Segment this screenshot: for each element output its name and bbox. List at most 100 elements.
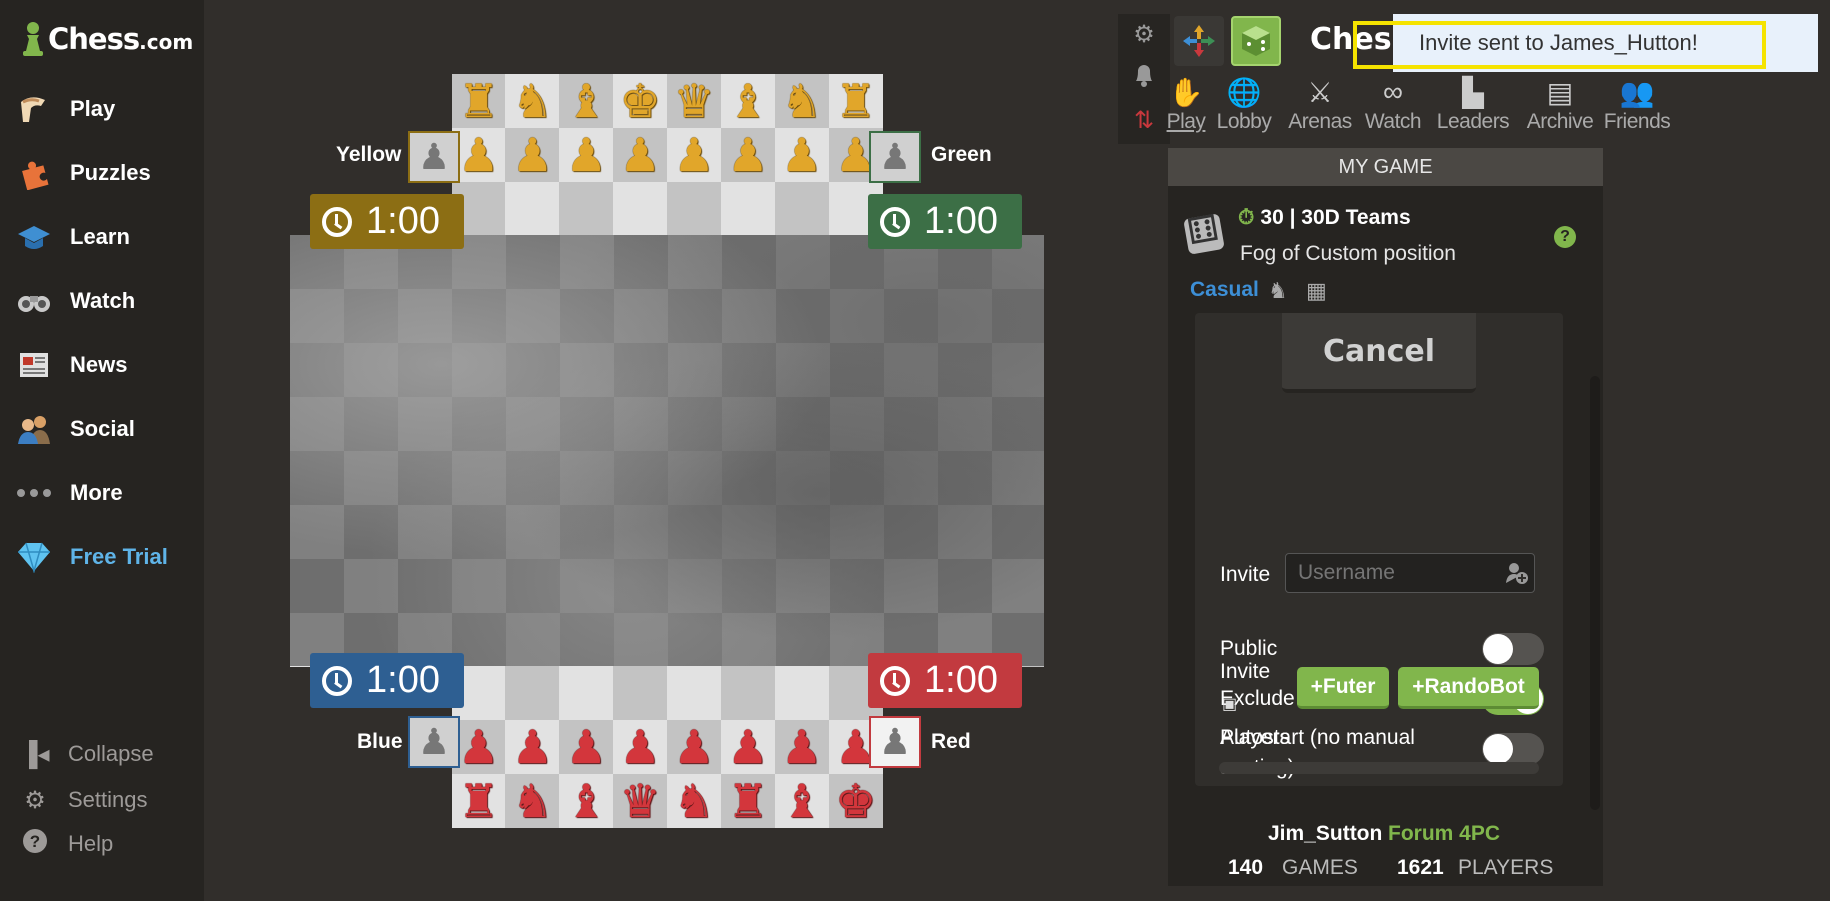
variants-dice-button[interactable] (1231, 16, 1281, 66)
yellow-piece[interactable]: ♝ (566, 74, 607, 128)
board-square[interactable]: ♝ (559, 74, 614, 128)
board-square[interactable] (774, 666, 829, 721)
red-piece[interactable]: ♟ (458, 720, 499, 774)
chess-com-logo[interactable]: Chess.com (20, 14, 193, 64)
add-randobot-button[interactable]: +RandoBot (1398, 667, 1539, 709)
red-piece[interactable]: ♟ (781, 720, 822, 774)
nav-play[interactable]: Play (14, 89, 115, 129)
red-piece[interactable]: ♝ (781, 774, 822, 828)
yellow-piece[interactable]: ♞ (781, 74, 822, 128)
board-square[interactable]: ♝ (559, 774, 614, 829)
public-toggle[interactable] (1482, 633, 1544, 665)
gear-icon[interactable]: ⚙ (1130, 20, 1158, 48)
yellow-piece[interactable]: ♜ (835, 74, 876, 128)
settings-link[interactable]: ⚙ Settings (18, 783, 147, 817)
yellow-piece[interactable]: ♛ (673, 74, 714, 128)
yellow-piece[interactable]: ♟ (566, 128, 607, 182)
flip-board-icon[interactable]: ⇅ (1130, 106, 1158, 134)
board-square[interactable]: ♜ (451, 774, 506, 829)
red-piece[interactable]: ♛ (620, 774, 661, 828)
yellow-piece[interactable]: ♟ (458, 128, 499, 182)
tab-friends[interactable]: 👥 Friends (1604, 76, 1671, 142)
red-piece[interactable]: ♟ (620, 720, 661, 774)
red-piece[interactable]: ♝ (566, 774, 607, 828)
board-square[interactable]: ♟ (505, 720, 560, 775)
red-piece[interactable]: ♞ (512, 774, 553, 828)
board-square[interactable]: ♜ (828, 74, 883, 128)
nav-free-trial[interactable]: Free Trial (14, 537, 168, 577)
yellow-piece[interactable]: ♟ (727, 128, 768, 182)
board-square[interactable]: ♝ (720, 74, 775, 128)
username-input[interactable] (1285, 553, 1535, 593)
board-square[interactable] (613, 666, 668, 721)
board-square[interactable]: ♟ (559, 127, 614, 182)
tab-watch[interactable]: ∞ Watch (1363, 76, 1423, 142)
nav-puzzles[interactable]: Puzzles (14, 153, 151, 193)
board-square[interactable]: ♞ (774, 74, 829, 128)
nav-more[interactable]: More (14, 473, 123, 513)
tab-leaders[interactable]: ▙ Leaders (1429, 76, 1517, 142)
arena-variant-button[interactable] (1174, 16, 1224, 66)
board-square[interactable]: ♞ (505, 774, 560, 829)
collapse-button[interactable]: ▐◂ Collapse (18, 737, 153, 771)
board-square[interactable]: ♟ (505, 127, 560, 182)
board-square[interactable] (613, 181, 668, 236)
board-square[interactable]: ♟ (559, 720, 614, 775)
red-piece[interactable]: ♟ (727, 720, 768, 774)
red-piece[interactable]: ♚ (835, 774, 876, 828)
autostart-toggle[interactable] (1482, 733, 1544, 765)
board-square[interactable] (505, 181, 560, 236)
board-square[interactable]: ♚ (613, 74, 668, 128)
scrollbar[interactable] (1590, 376, 1600, 810)
yellow-piece[interactable]: ♝ (727, 74, 768, 128)
board-square[interactable]: ♝ (774, 774, 829, 829)
nav-learn[interactable]: Learn (14, 217, 130, 257)
cancel-button[interactable]: Cancel (1282, 313, 1476, 393)
red-piece[interactable]: ♜ (458, 774, 499, 828)
nav-watch[interactable]: Watch (14, 281, 135, 321)
board-square[interactable]: ♜ (451, 74, 506, 128)
nav-news[interactable]: News (14, 345, 127, 385)
board-square[interactable] (774, 181, 829, 236)
board-square[interactable]: ♟ (613, 127, 668, 182)
board-square[interactable]: ♟ (720, 720, 775, 775)
board-square[interactable]: ♛ (613, 774, 668, 829)
yellow-piece[interactable]: ♟ (512, 128, 553, 182)
tab-arenas[interactable]: ⚔ Arenas (1283, 76, 1357, 142)
red-piece[interactable]: ♟ (512, 720, 553, 774)
board-square[interactable] (505, 666, 560, 721)
board-square[interactable]: ♟ (613, 720, 668, 775)
board-square[interactable]: ♞ (667, 774, 722, 829)
tab-lobby[interactable]: 🌐 Lobby (1212, 76, 1276, 142)
red-piece[interactable]: ♟ (566, 720, 607, 774)
board-square[interactable] (667, 666, 722, 721)
board-square[interactable] (559, 666, 614, 721)
red-piece[interactable]: ♜ (727, 774, 768, 828)
board-square[interactable]: ♜ (720, 774, 775, 829)
board-square[interactable]: ♞ (505, 74, 560, 128)
tab-archive[interactable]: ▤ Archive (1521, 76, 1599, 142)
help-icon[interactable]: ? (1554, 226, 1576, 248)
board-square[interactable]: ♟ (667, 127, 722, 182)
yellow-piece[interactable]: ♜ (458, 74, 499, 128)
yellow-piece[interactable]: ♞ (512, 74, 553, 128)
bell-icon[interactable] (1130, 62, 1158, 90)
board-square[interactable]: ♛ (667, 74, 722, 128)
board-square[interactable]: ♟ (720, 127, 775, 182)
board-square[interactable] (720, 666, 775, 721)
red-piece[interactable]: ♞ (673, 774, 714, 828)
yellow-piece[interactable]: ♟ (673, 128, 714, 182)
yellow-piece[interactable]: ♚ (620, 74, 661, 128)
red-piece[interactable]: ♟ (673, 720, 714, 774)
board-square[interactable]: ♟ (774, 720, 829, 775)
tab-play[interactable]: ✋ Play (1166, 76, 1206, 142)
help-link[interactable]: ? Help (18, 827, 113, 861)
nav-social[interactable]: Social (14, 409, 135, 449)
forum-link[interactable]: Forum 4PC (1388, 822, 1500, 846)
yellow-piece[interactable]: ♟ (620, 128, 661, 182)
yellow-piece[interactable]: ♟ (781, 128, 822, 182)
board-square[interactable] (559, 181, 614, 236)
board-square[interactable] (720, 181, 775, 236)
add-user-icon[interactable] (1505, 561, 1529, 591)
board-square[interactable]: ♟ (667, 720, 722, 775)
